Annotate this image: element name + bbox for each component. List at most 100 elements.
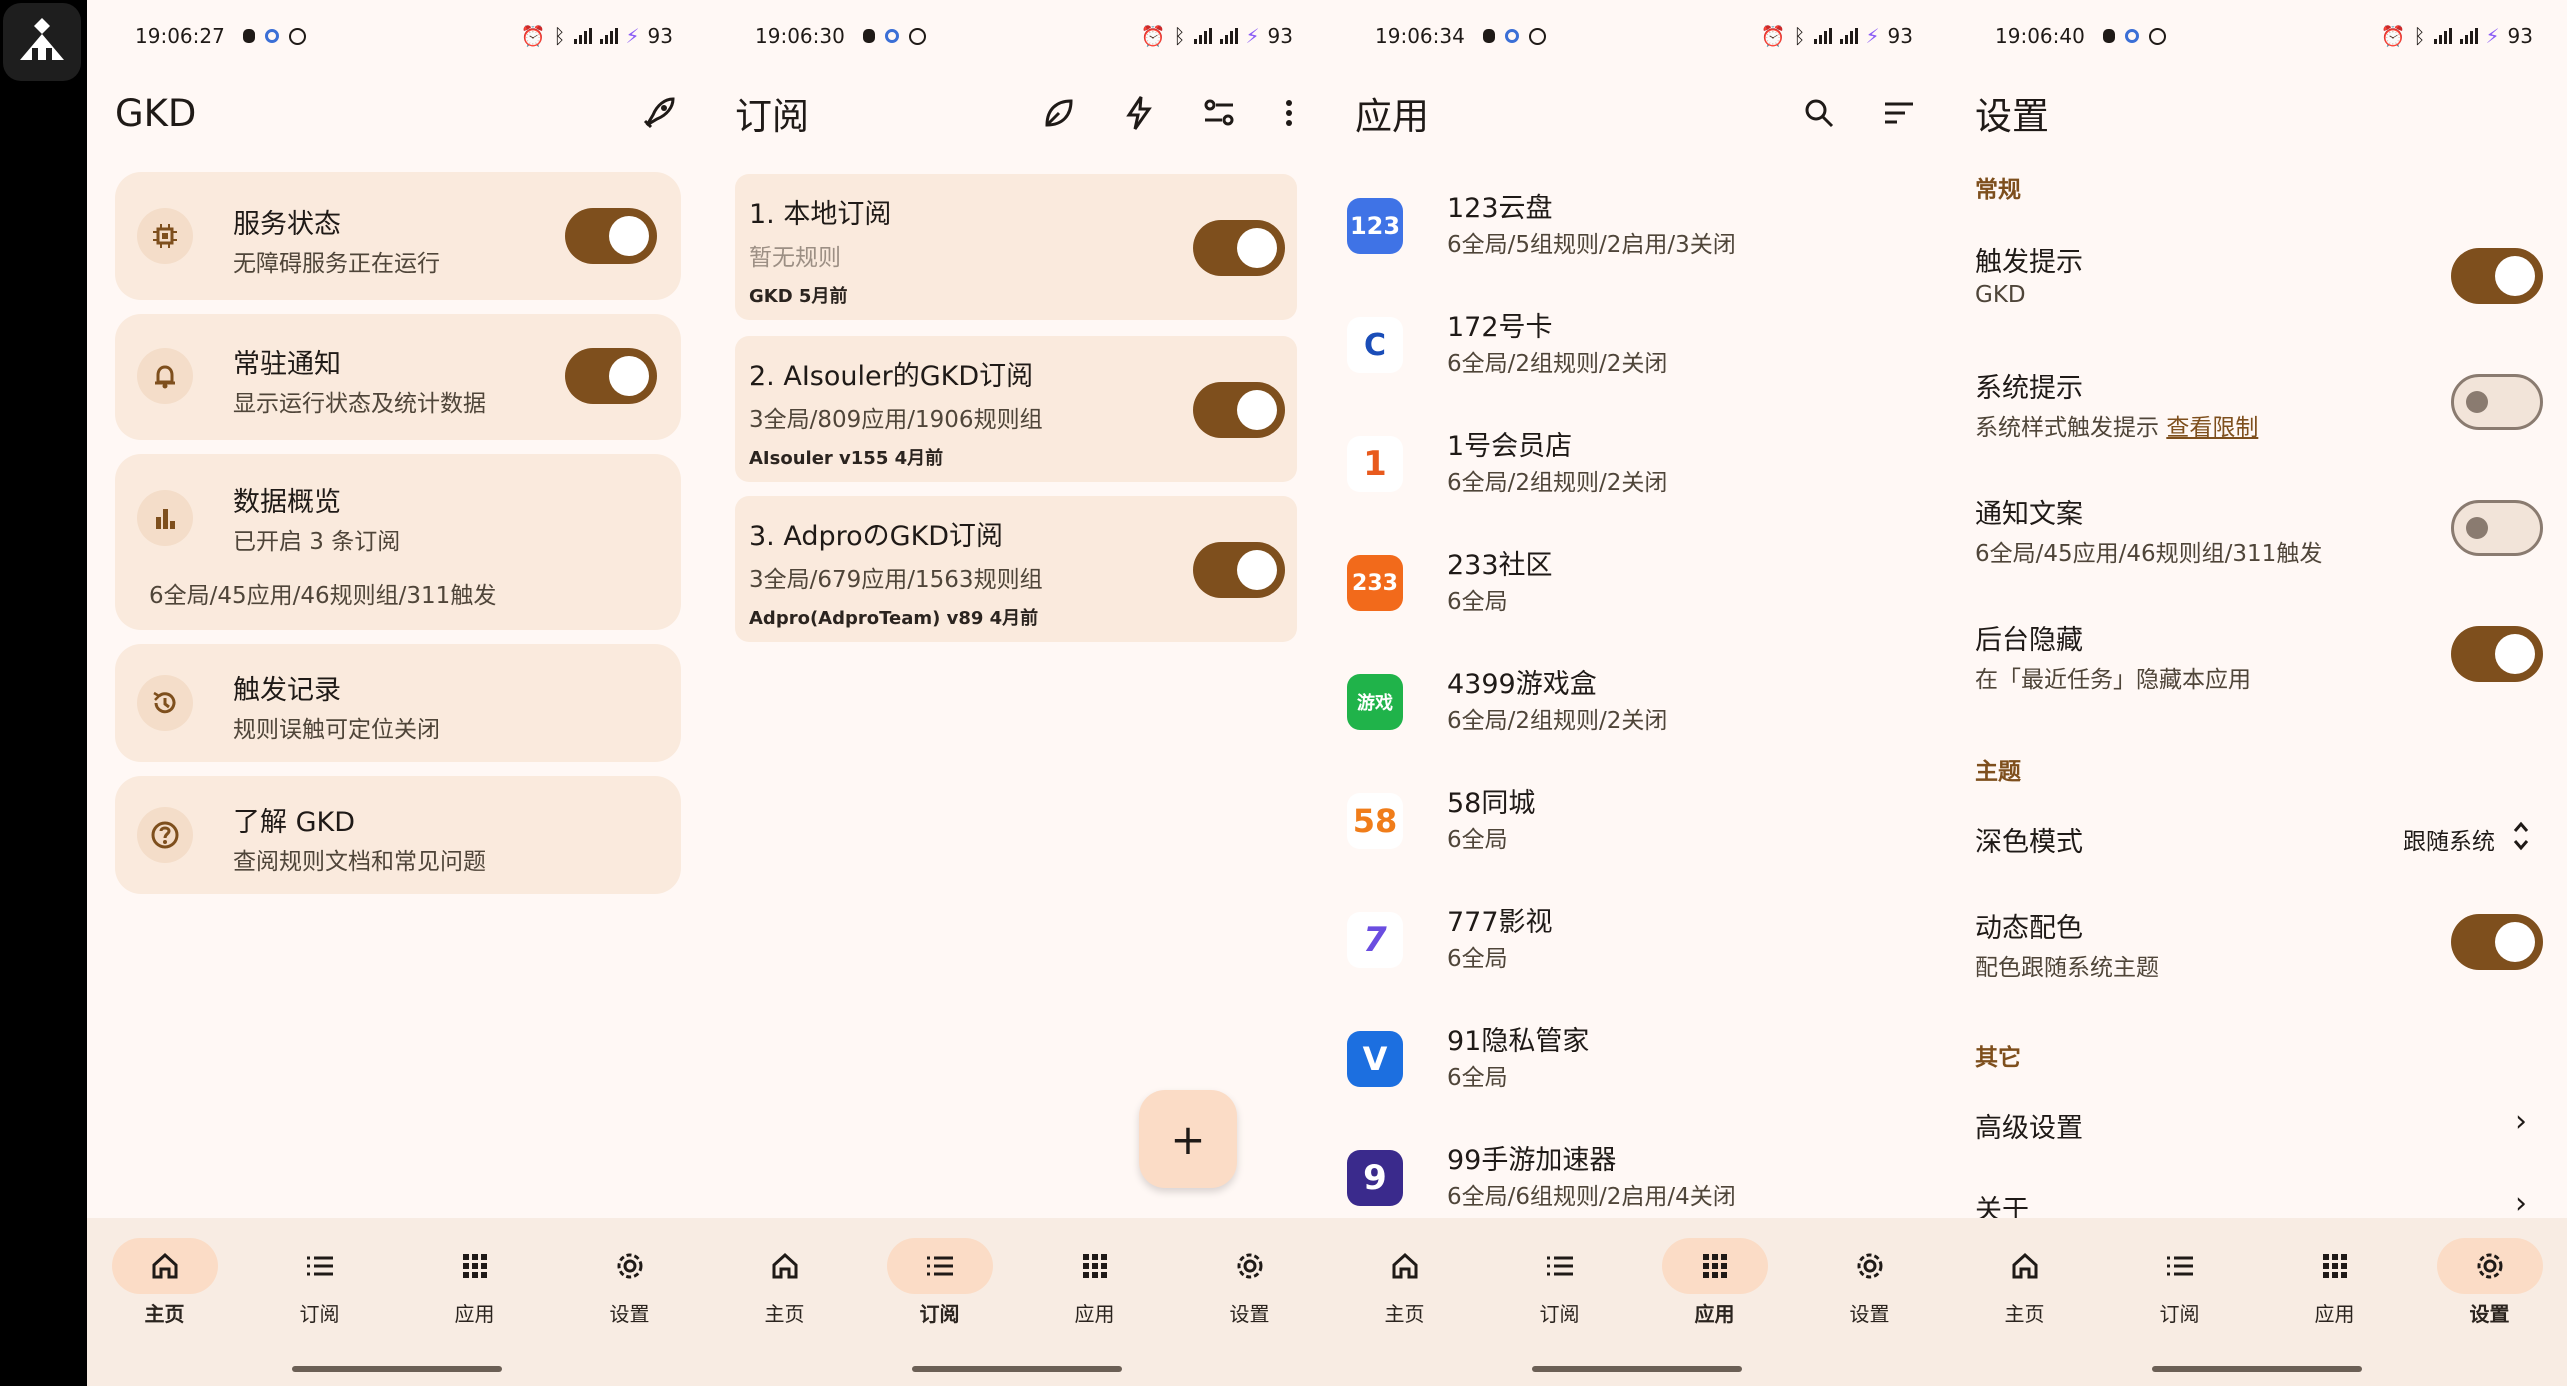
notification-toggle[interactable]: [565, 348, 657, 404]
compass-icon: [2148, 27, 2166, 45]
nav-apps[interactable]: 应用: [397, 1238, 552, 1338]
home-icon: [772, 1252, 797, 1279]
compass-icon: [1528, 27, 1546, 45]
home-indicator[interactable]: [912, 1366, 1122, 1372]
nav-apps[interactable]: 应用: [1017, 1238, 1172, 1338]
tune-icon[interactable]: [1199, 93, 1239, 133]
home-icon: [152, 1252, 177, 1279]
background-hide-toggle[interactable]: [2451, 626, 2543, 682]
learn-gkd-card[interactable]: 了解 GKD 查阅规则文档和常见问题: [115, 776, 681, 894]
service-toggle[interactable]: [565, 208, 657, 264]
section-theme: 主题: [1975, 759, 2021, 785]
nav-subs[interactable]: 订阅: [1482, 1238, 1637, 1338]
chevron-right-icon: ›: [2515, 1186, 2527, 1221]
view-limits-link[interactable]: 查看限制: [2166, 415, 2258, 441]
leaf-icon[interactable]: [1039, 93, 1079, 133]
subscription-item[interactable]: 1. 本地订阅 暂无规则 GKD 5月前: [735, 174, 1297, 320]
nav-subs[interactable]: 订阅: [242, 1238, 397, 1338]
nav-home[interactable]: 主页: [87, 1238, 242, 1338]
nav-home[interactable]: 主页: [1947, 1238, 2102, 1338]
nav-settings[interactable]: 设置: [2412, 1238, 2567, 1338]
subscription-item[interactable]: 2. AIsouler的GKD订阅 3全局/809应用/1906规则组 AIso…: [735, 336, 1297, 482]
app-logo-icon[interactable]: [3, 3, 81, 81]
trigger-log-card[interactable]: 触发记录 规则误触可定位关闭: [115, 644, 681, 762]
nav-settings[interactable]: 设置: [1172, 1238, 1327, 1338]
service-status-card[interactable]: 服务状态 无障碍服务正在运行: [115, 172, 681, 300]
setting-title: 深色模式: [1975, 827, 2083, 858]
signal-icon: [1219, 28, 1238, 44]
card-title: 触发记录: [233, 675, 341, 706]
bottom-nav: 主页 订阅 应用 设置: [1327, 1218, 1947, 1386]
nav-apps[interactable]: 应用: [2257, 1238, 2412, 1338]
app-row[interactable]: 123 123云盘 6全局/5组规则/2启用/3关闭: [1327, 168, 1947, 287]
app-row[interactable]: 1 1号会员店 6全局/2组规则/2关闭: [1327, 406, 1947, 525]
app-row[interactable]: 58 58同城 6全局: [1327, 763, 1947, 882]
nav-settings[interactable]: 设置: [1792, 1238, 1947, 1338]
app-name: 91隐私管家: [1447, 1026, 1590, 1057]
nav-apps[interactable]: 应用: [1637, 1238, 1792, 1338]
card-title: 数据概览: [233, 487, 341, 518]
app-desc: 6全局/2组规则/2关闭: [1447, 351, 1668, 377]
nav-subs[interactable]: 订阅: [2102, 1238, 2257, 1338]
subscription-toggle[interactable]: [1193, 220, 1285, 276]
bell-icon: [137, 348, 193, 404]
setting-desc: 在「最近任务」隐藏本应用: [1975, 667, 2251, 693]
notification-card[interactable]: 常驻通知 显示运行状态及统计数据: [115, 314, 681, 440]
app-row[interactable]: 233 233社区 6全局: [1327, 525, 1947, 644]
battery-level: 93: [2507, 24, 2533, 48]
notification-text-toggle[interactable]: [2451, 500, 2543, 556]
dark-mode-value[interactable]: 跟随系统: [2403, 822, 2495, 856]
app-desc: 6全局/5组规则/2启用/3关闭: [1447, 232, 1736, 258]
nav-label: 设置: [1229, 1302, 1270, 1326]
ring-icon: [884, 29, 899, 43]
home-indicator[interactable]: [1532, 1366, 1742, 1372]
home-indicator[interactable]: [292, 1366, 502, 1372]
more-vert-icon[interactable]: [1279, 93, 1299, 133]
nav-subs[interactable]: 订阅: [862, 1238, 1017, 1338]
subscription-toggle[interactable]: [1193, 382, 1285, 438]
app-icon-4399: 游戏: [1347, 674, 1403, 730]
signal-icon: [1839, 28, 1858, 44]
page-title: GKD: [115, 91, 197, 135]
gear-icon: [1237, 1253, 1262, 1279]
trigger-tip-toggle[interactable]: [2451, 248, 2543, 304]
subscription-toggle[interactable]: [1193, 542, 1285, 598]
data-overview-card[interactable]: 数据概览 已开启 3 条订阅 6全局/45应用/46规则组/311触发: [115, 454, 681, 630]
charging-icon: ⚡: [625, 24, 640, 48]
app-name: 99手游加速器: [1447, 1145, 1617, 1176]
add-subscription-button[interactable]: +: [1139, 1090, 1237, 1188]
dynamic-color-toggle[interactable]: [2451, 914, 2543, 970]
app-icon-777: 7: [1347, 912, 1403, 968]
subscriptions-screen: 19:06:30 ⏰ ᛒ ⚡ 93 订阅 1. 本地订阅 暂无规则 GKD 5月…: [707, 0, 1327, 1386]
app-row[interactable]: 游戏 4399游戏盒 6全局/2组规则/2关闭: [1327, 644, 1947, 763]
nav-label: 主页: [144, 1302, 185, 1326]
home-icon: [2012, 1252, 2037, 1279]
alarm-icon: ⏰: [1140, 24, 1166, 48]
compass-icon: [908, 27, 926, 45]
app-row[interactable]: C 172号卡 6全局/2组规则/2关闭: [1327, 287, 1947, 406]
nav-settings[interactable]: 设置: [552, 1238, 707, 1338]
setting-title: 通知文案: [1975, 499, 2083, 530]
unfold-icon[interactable]: [2509, 818, 2533, 854]
nav-label: 主页: [2004, 1302, 2045, 1326]
home-indicator[interactable]: [2152, 1366, 2362, 1372]
subscription-item[interactable]: 3. AdproのGKD订阅 3全局/679应用/1563规则组 Adpro(A…: [735, 496, 1297, 642]
card-subtitle: 查阅规则文档和常见问题: [233, 849, 486, 875]
nav-home[interactable]: 主页: [1327, 1238, 1482, 1338]
rocket-icon[interactable]: [639, 93, 679, 133]
setting-title: 系统提示: [1975, 373, 2083, 404]
signal-icon: [1193, 28, 1212, 44]
sort-icon[interactable]: [1879, 93, 1919, 133]
app-desc: 6全局: [1447, 827, 1508, 853]
app-name: 4399游戏盒: [1447, 669, 1597, 700]
nav-label: 设置: [1849, 1302, 1890, 1326]
search-icon[interactable]: [1799, 93, 1839, 133]
setting-desc: 配色跟随系统主题: [1975, 955, 2159, 981]
app-row[interactable]: V 91隐私管家 6全局: [1327, 1001, 1947, 1120]
flash-icon[interactable]: [1119, 93, 1159, 133]
nav-home[interactable]: 主页: [707, 1238, 862, 1338]
system-tip-toggle[interactable]: [2451, 374, 2543, 430]
app-row[interactable]: 7 777影视 6全局: [1327, 882, 1947, 1001]
signal-icon: [2433, 28, 2452, 44]
nav-label: 订阅: [1539, 1302, 1580, 1326]
